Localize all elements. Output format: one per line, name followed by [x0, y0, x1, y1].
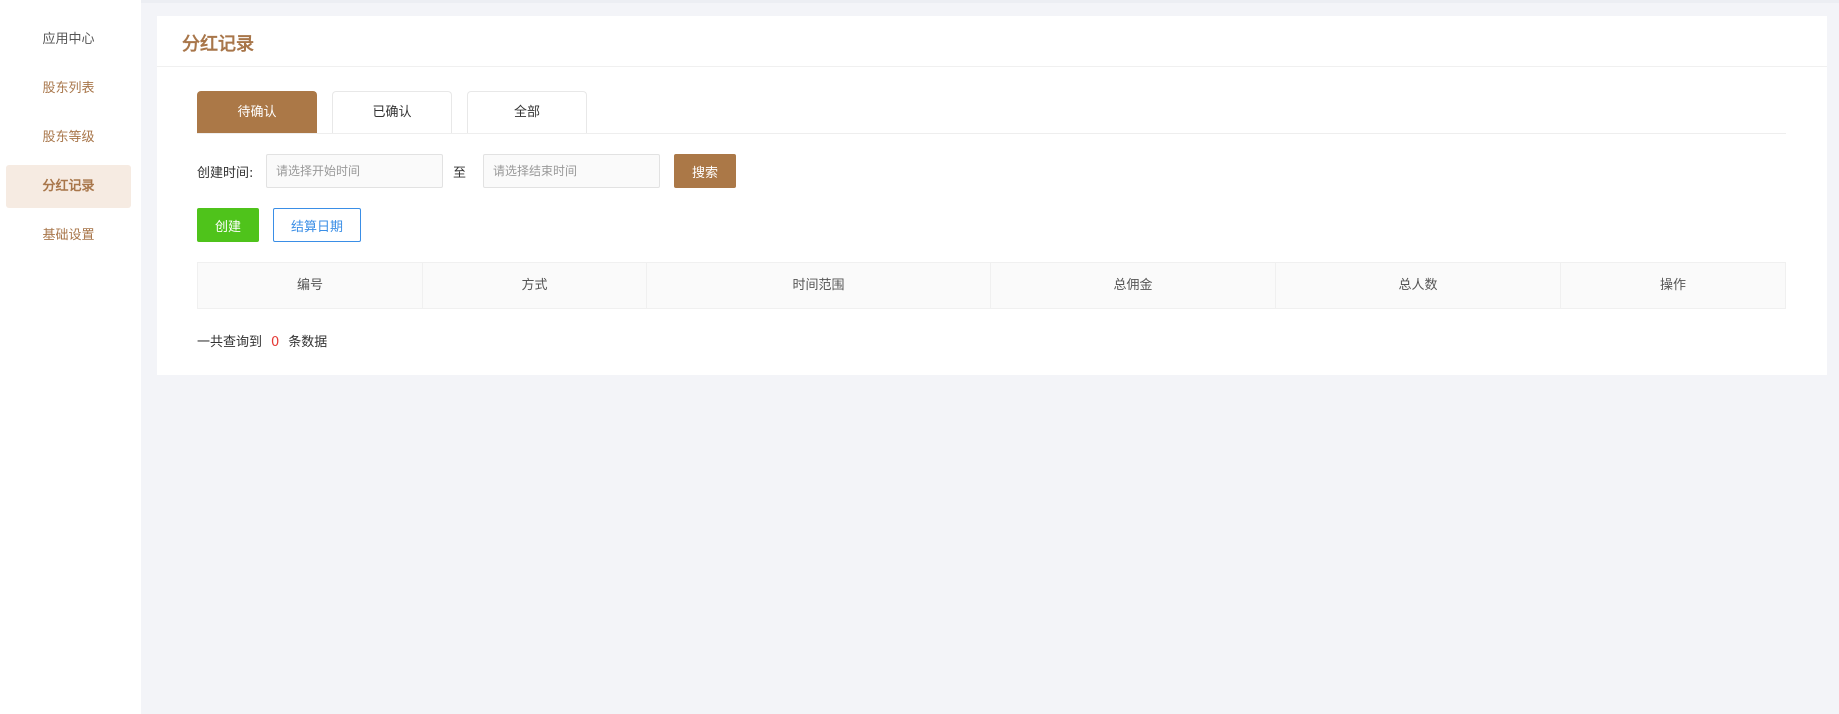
- start-time-input[interactable]: [266, 154, 443, 188]
- end-time-input[interactable]: [483, 154, 660, 188]
- summary-suffix: 条数据: [288, 335, 328, 350]
- page-title: 分红记录: [182, 34, 254, 55]
- top-bar: [141, 0, 1839, 3]
- settle-date-button[interactable]: 结算日期: [273, 208, 361, 242]
- tab-pending[interactable]: 待确认: [197, 91, 317, 133]
- tab-all[interactable]: 全部: [467, 91, 587, 133]
- tab-confirmed[interactable]: 已确认: [332, 91, 452, 133]
- sidebar-item-dividend-records[interactable]: 分红记录: [6, 165, 131, 208]
- column-header-total-people: 总人数: [1276, 263, 1561, 308]
- summary-prefix: 一共查询到: [197, 335, 263, 350]
- card-header: 分红记录: [157, 16, 1827, 67]
- create-button[interactable]: 创建: [197, 208, 259, 242]
- main-card: 分红记录 待确认 已确认 全部 创建时间: 至 搜索 创建 结算日期 编号 方式…: [157, 16, 1827, 375]
- to-label: 至: [453, 166, 467, 181]
- sidebar-item-app-center[interactable]: 应用中心: [6, 18, 131, 61]
- sidebar-item-shareholder-level[interactable]: 股东等级: [6, 116, 131, 159]
- column-header-total-commission: 总佣金: [991, 263, 1276, 308]
- result-count: 0: [271, 335, 280, 350]
- search-button[interactable]: 搜索: [674, 154, 736, 188]
- created-time-label: 创建时间:: [197, 166, 254, 181]
- table-header: 编号 方式 时间范围 总佣金 总人数 操作: [197, 262, 1786, 309]
- column-header-time-range: 时间范围: [647, 263, 991, 308]
- sidebar: 应用中心 股东列表 股东等级 分红记录 基础设置: [0, 0, 141, 714]
- sidebar-item-basic-settings[interactable]: 基础设置: [6, 214, 131, 257]
- column-header-method: 方式: [423, 263, 647, 308]
- column-header-actions: 操作: [1659, 278, 1686, 293]
- tabs-divider: [197, 133, 1786, 134]
- result-summary: 一共查询到 0 条数据: [197, 331, 327, 350]
- column-header-id: 编号: [198, 263, 423, 308]
- sidebar-item-shareholder-list[interactable]: 股东列表: [6, 67, 131, 110]
